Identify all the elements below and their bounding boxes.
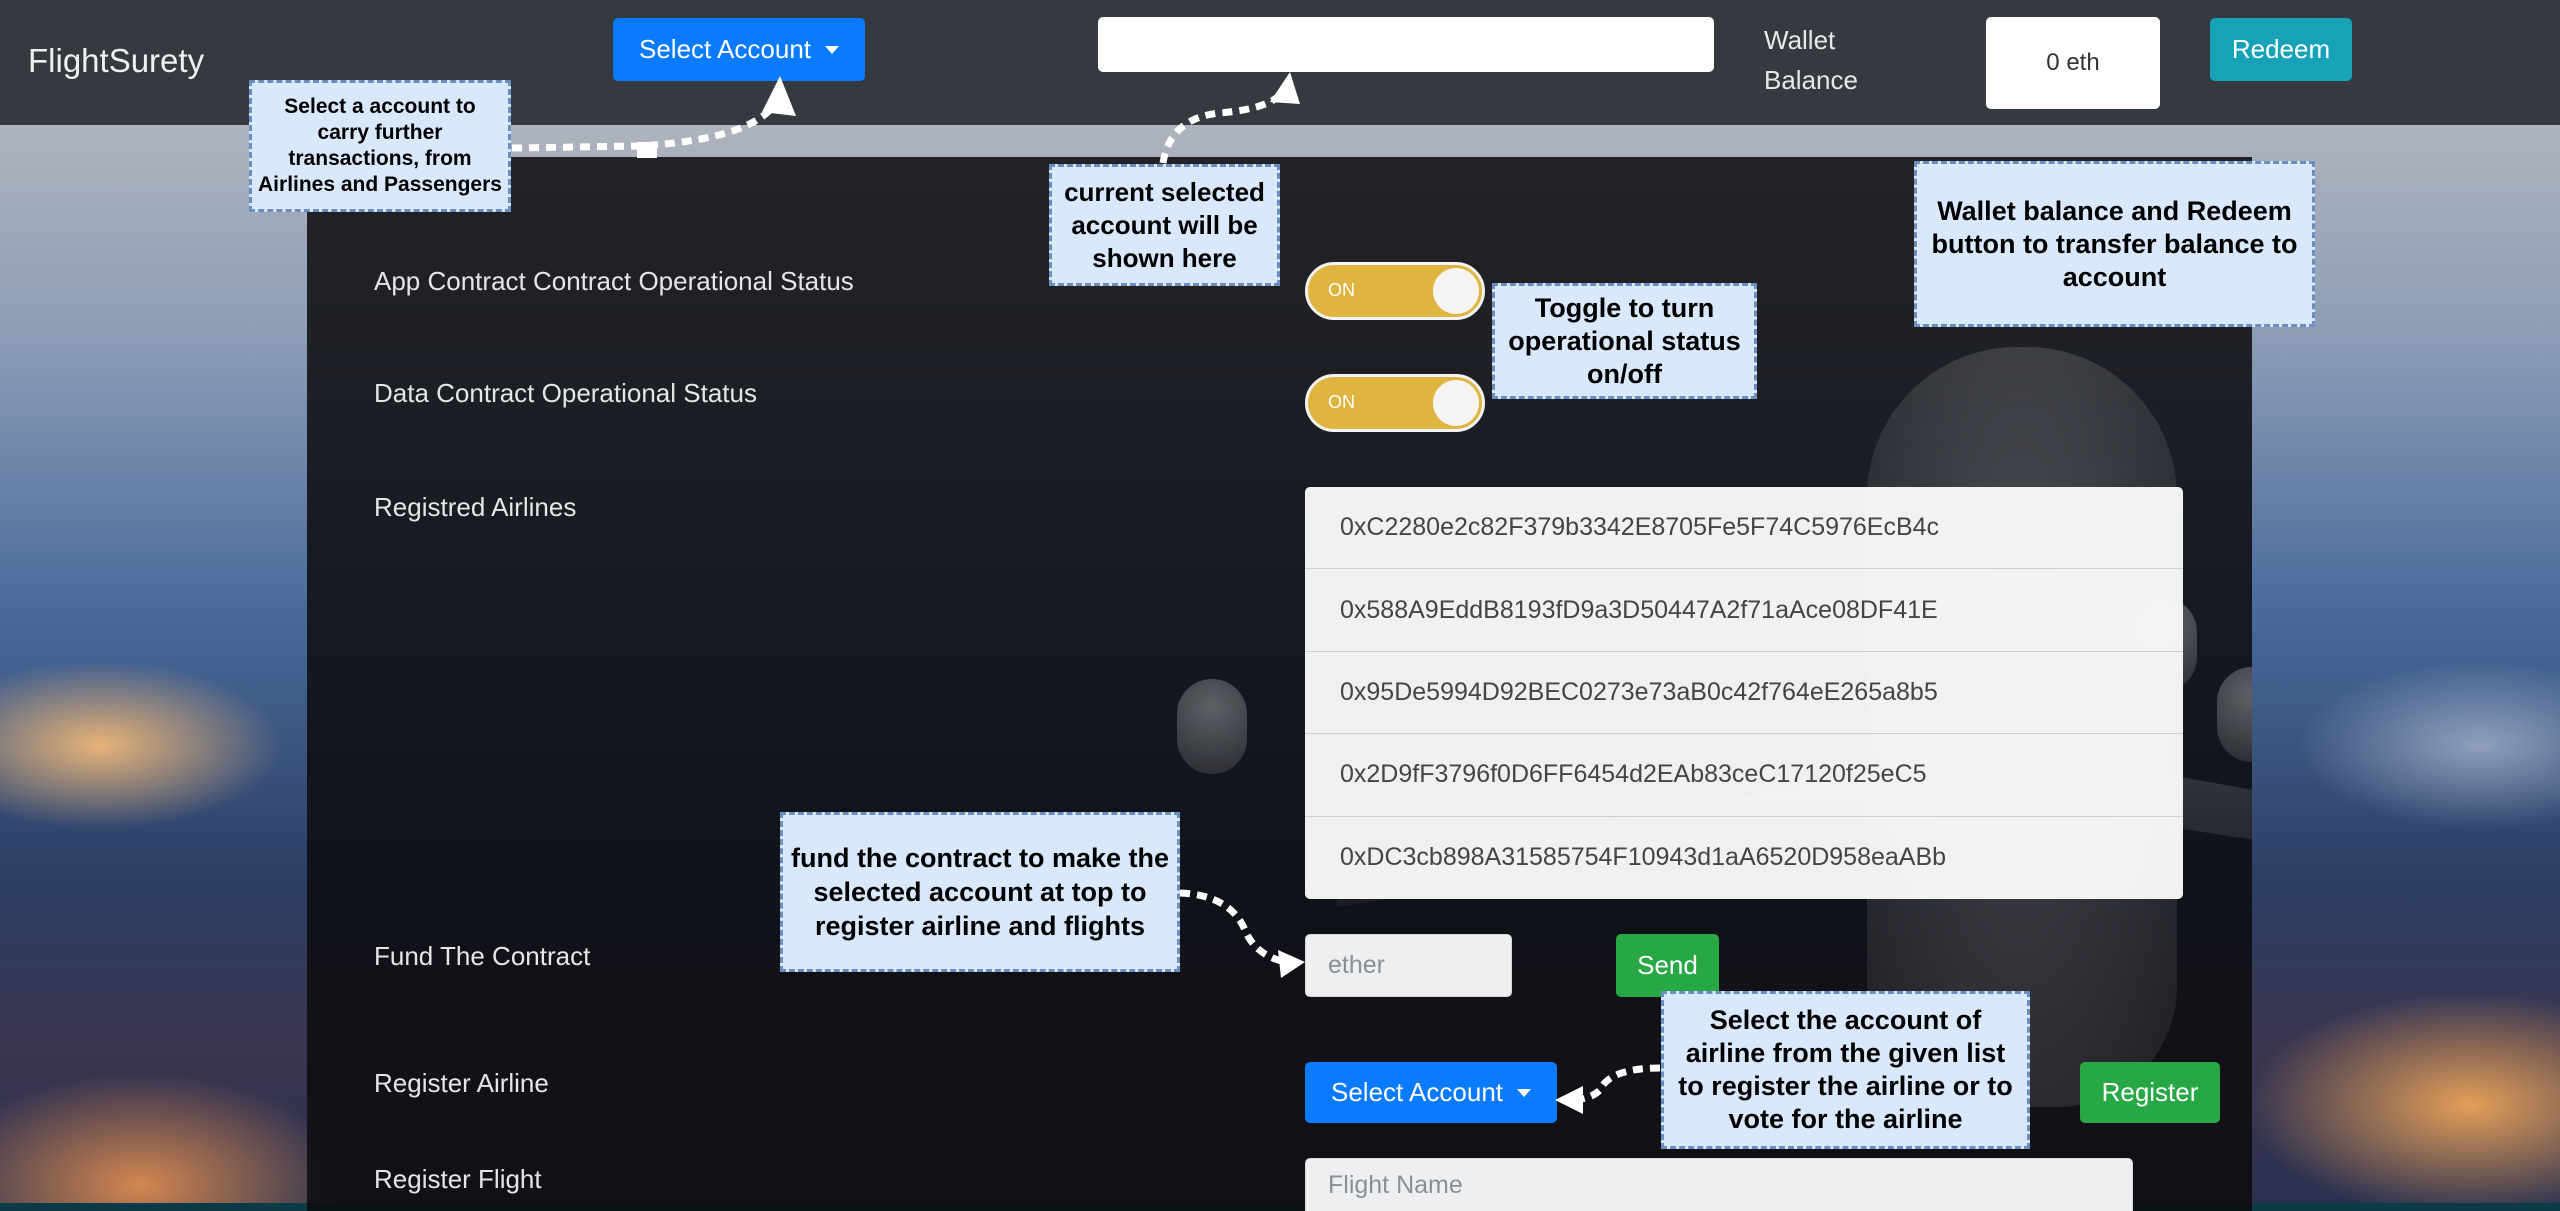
fund-note: fund the contract to make the selected a… (780, 812, 1180, 972)
arrow-fund (1179, 889, 1286, 966)
arrow-current-account (1159, 88, 1287, 164)
current-account-note: current selected account will be shown h… (1049, 164, 1280, 286)
arrowhead-icon (1270, 72, 1300, 104)
register-note: Select the account of airline from the g… (1661, 991, 2030, 1149)
select-account-note: Select a account to carry further transa… (249, 80, 511, 212)
toggle-note: Toggle to turn operational status on/off (1492, 283, 1757, 399)
arrowhead-icon (1278, 950, 1305, 978)
arrowhead-icon (1555, 1086, 1583, 1114)
arrow-register (1569, 1064, 1661, 1104)
arrow-handle-icon (637, 142, 657, 158)
arrowhead-icon (762, 76, 796, 116)
wallet-note: Wallet balance and Redeem button to tran… (1914, 161, 2315, 327)
